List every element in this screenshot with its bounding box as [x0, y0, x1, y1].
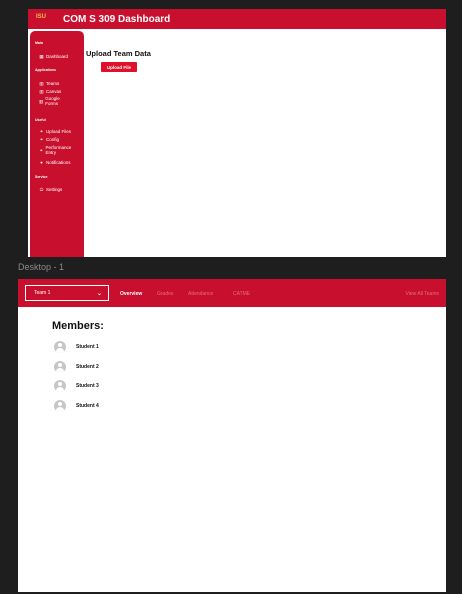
link-icon: ⚭	[39, 148, 44, 153]
member-item[interactable]: Student 1	[54, 341, 99, 353]
university-logo: ISU	[36, 13, 58, 25]
sidebar-item-dashboard[interactable]: ▦ Dashboard	[39, 54, 68, 59]
sidebar-section-service: Service	[35, 175, 48, 179]
sidebar-item-settings[interactable]: ⏻ Settings	[39, 187, 63, 192]
link-icon: ⚭	[39, 129, 44, 134]
view-all-teams-link[interactable]: View All Teams	[406, 291, 439, 297]
member-name: Student 2	[76, 364, 99, 370]
sidebar-item-label: Upload Files	[46, 129, 72, 134]
avatar-icon	[54, 400, 66, 412]
bell-icon: ●	[40, 160, 43, 165]
sidebar-section-applications: Applications	[35, 68, 57, 72]
member-name: Student 1	[76, 344, 99, 350]
tab-grades[interactable]: Grades	[157, 291, 173, 297]
sidebar-item-config[interactable]: ⚭ Config	[39, 137, 59, 142]
upload-file-button[interactable]: Upload File	[101, 62, 137, 72]
sidebar-item-label: Canvas	[46, 89, 62, 94]
sidebar-item-google-forms[interactable]: ▥ Google Forms	[39, 96, 69, 106]
sidebar-item-upload-files[interactable]: ⚭ Upload Files	[39, 129, 71, 134]
member-name: Student 3	[76, 383, 99, 389]
link-icon: ⚭	[39, 137, 44, 142]
frame-label: Desktop - 1	[18, 262, 65, 272]
avatar-icon	[54, 361, 66, 373]
bar-chart-icon: ▥	[39, 89, 44, 94]
team-select-value: Team 1	[34, 290, 51, 296]
member-item[interactable]: Student 2	[54, 361, 99, 373]
power-icon: ⏻	[39, 187, 44, 192]
sidebar-item-label: Notifications	[46, 160, 71, 165]
sidebar-item-label: Teams	[46, 81, 60, 86]
dashboard-frame: ISU COM S 309 Dashboard Main ▦ Dashboard…	[28, 9, 446, 257]
avatar-icon	[54, 341, 66, 353]
bar-chart-icon: ▥	[39, 81, 44, 86]
sidebar-item-label: Dashboard	[46, 54, 69, 59]
logo-text: ISU	[36, 14, 47, 20]
member-item[interactable]: Student 3	[54, 380, 99, 392]
sidebar-item-notifications[interactable]: ● Notifications	[39, 160, 71, 165]
members-title: Members:	[52, 320, 104, 332]
sidebar-item-label: Config	[46, 137, 60, 142]
upload-heading: Upload Team Data	[86, 49, 151, 58]
sidebar-section-main: Main	[35, 41, 43, 45]
sidebar-item-canvas[interactable]: ▥ Canvas	[39, 89, 61, 94]
team-view-frame: Team 1 ⌄ Overview Grades Attendance CATM…	[18, 279, 446, 592]
member-item[interactable]: Student 4	[54, 400, 99, 412]
tab-overview[interactable]: Overview	[120, 291, 142, 297]
sidebar: Main ▦ Dashboard Applications ▥ Teams ▥ …	[30, 31, 84, 257]
bar-chart-icon: ▥	[39, 99, 44, 104]
sidebar-item-performance-entry[interactable]: ⚭ Performance Entry	[39, 145, 79, 155]
chevron-down-icon: ⌄	[96, 290, 102, 297]
sidebar-item-teams[interactable]: ▥ Teams	[39, 81, 59, 86]
grid-icon: ▦	[39, 54, 44, 59]
sidebar-item-label: Performance Entry	[45, 145, 72, 155]
team-navbar: Team 1 ⌄ Overview Grades Attendance CATM…	[18, 279, 446, 307]
tab-attendance[interactable]: Attendance	[188, 291, 213, 297]
sidebar-item-label: Google Forms	[45, 96, 60, 106]
member-name: Student 4	[76, 403, 99, 409]
top-bar: ISU COM S 309 Dashboard	[28, 9, 446, 29]
tab-catme[interactable]: CATME	[233, 291, 250, 297]
sidebar-item-label: Settings	[46, 187, 63, 192]
sidebar-section-useful: Useful	[35, 118, 46, 122]
dashboard-title: COM S 309 Dashboard	[63, 13, 171, 25]
team-select[interactable]: Team 1 ⌄	[25, 285, 109, 301]
avatar-icon	[54, 380, 66, 392]
